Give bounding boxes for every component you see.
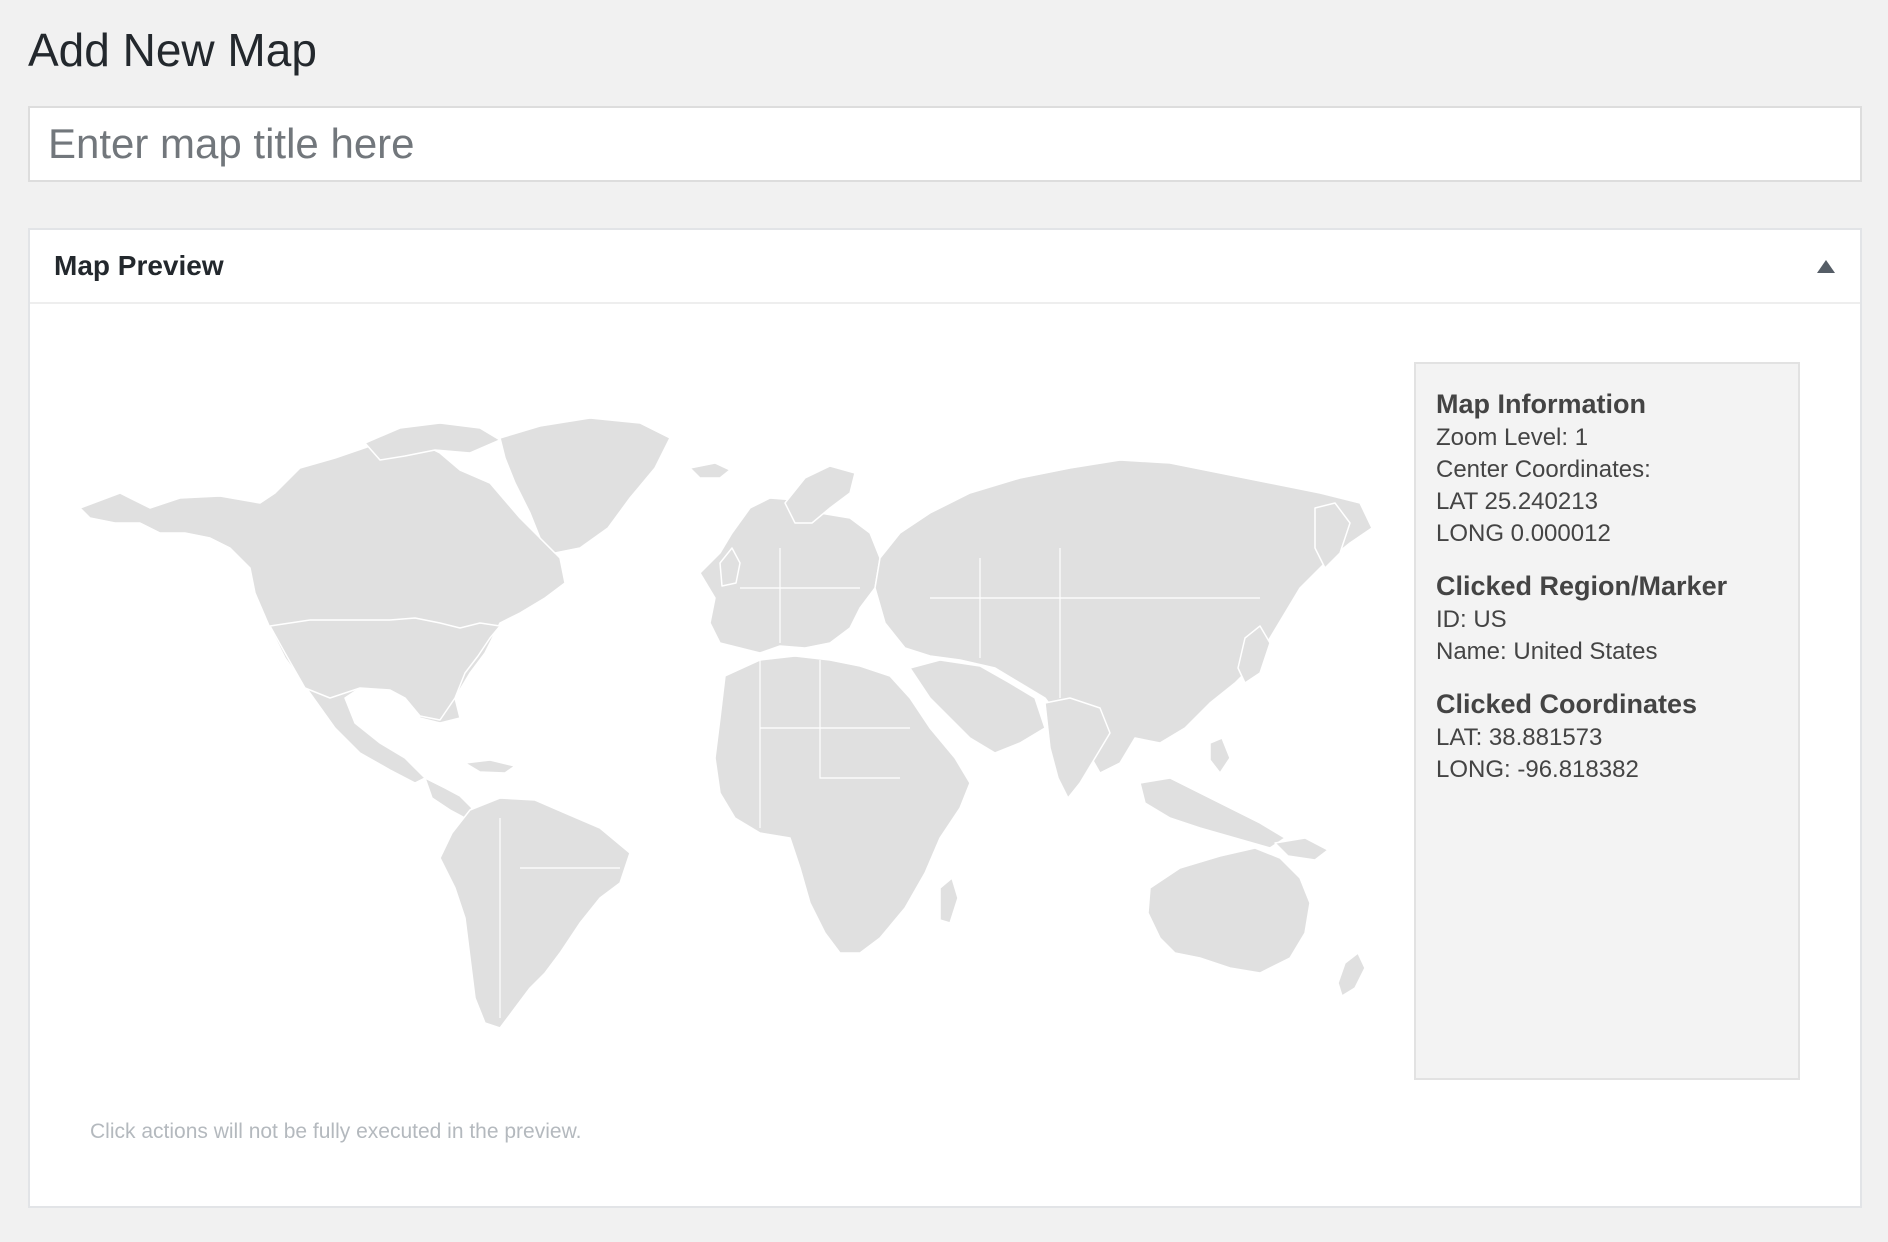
region-southeast-asia-islands[interactable] — [1139, 777, 1286, 849]
center-long-text: LONG 0.000012 — [1436, 520, 1611, 547]
region-united-states[interactable] — [269, 617, 501, 721]
clicked-coordinates-section: Clicked Coordinates LAT: 38.881573 LONG:… — [1436, 686, 1778, 786]
region-scandinavia[interactable] — [784, 465, 856, 524]
clicked-lat-text: LAT: 38.881573 — [1436, 724, 1603, 751]
region-asia[interactable] — [874, 459, 1372, 774]
page-title: Add New Map — [28, 24, 317, 76]
world-map-svg[interactable] — [60, 398, 1372, 1038]
region-new-zealand[interactable] — [1337, 952, 1366, 997]
map-title-input[interactable] — [28, 106, 1862, 182]
region-caribbean[interactable] — [464, 759, 516, 774]
region-new-guinea[interactable] — [1274, 837, 1329, 861]
region-north-america[interactable] — [79, 437, 566, 784]
region-australia[interactable] — [1147, 847, 1311, 974]
center-lat-text: LAT 25.240213 — [1436, 488, 1598, 515]
region-philippines[interactable] — [1209, 737, 1231, 774]
center-coordinates-label: Center Coordinates: — [1436, 456, 1651, 483]
map-info-heading: Map Information — [1436, 389, 1646, 419]
map-info-section: Map Information Zoom Level: 1 Center Coo… — [1436, 386, 1778, 550]
triangle-up-icon — [1817, 259, 1835, 273]
region-madagascar[interactable] — [939, 877, 959, 924]
map-preview-title: Map Preview — [54, 250, 224, 281]
region-south-america[interactable] — [439, 797, 631, 1029]
region-central-america[interactable] — [424, 777, 473, 819]
clicked-long-text: LONG: -96.818382 — [1436, 756, 1639, 783]
region-india[interactable] — [1044, 697, 1111, 799]
clicked-region-name: Name: United States — [1436, 638, 1658, 665]
collapse-toggle-button[interactable] — [1806, 246, 1846, 286]
clicked-region-id: ID: US — [1436, 606, 1507, 633]
region-iceland[interactable] — [689, 462, 731, 479]
clicked-coordinates-heading: Clicked Coordinates — [1436, 689, 1698, 719]
map-information-panel: Map Information Zoom Level: 1 Center Coo… — [1414, 362, 1800, 1080]
map-preview-header: Map Preview — [30, 230, 1860, 304]
clicked-region-section: Clicked Region/Marker ID: US Name: Unite… — [1436, 568, 1778, 668]
clicked-region-heading: Clicked Region/Marker — [1436, 571, 1728, 601]
preview-footer-note: Click actions will not be fully executed… — [90, 1120, 582, 1143]
world-map[interactable] — [60, 398, 1372, 1038]
zoom-level-text: Zoom Level: 1 — [1436, 424, 1589, 451]
